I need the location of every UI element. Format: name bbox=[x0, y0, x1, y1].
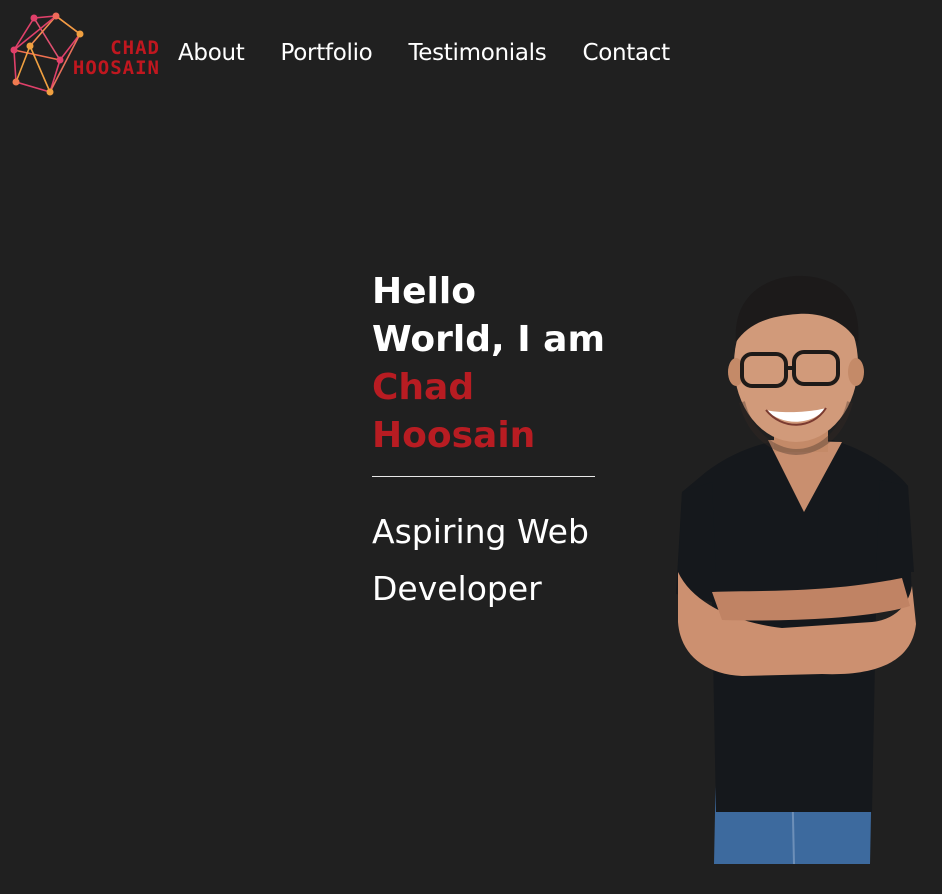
greeting-line-2: World, I am bbox=[372, 319, 605, 360]
logo-text: CHAD HOOSAIN bbox=[32, 38, 160, 78]
person-photo-icon bbox=[676, 275, 916, 865]
nav-testimonials-link[interactable]: Testimonials bbox=[408, 40, 546, 66]
nav-portfolio-link[interactable]: Portfolio bbox=[281, 40, 373, 66]
greeting-line-1: Hello bbox=[372, 271, 476, 312]
site-header: CHAD HOOSAIN About Portfolio Testimonial… bbox=[0, 0, 942, 112]
logo-line-2: HOOSAIN bbox=[72, 57, 160, 79]
hero-divider bbox=[372, 476, 595, 477]
nav-contact-link[interactable]: Contact bbox=[582, 40, 670, 66]
name-line-2: Hoosain bbox=[372, 415, 536, 456]
logo-line-1: CHAD bbox=[110, 37, 160, 59]
nav-about-link[interactable]: About bbox=[178, 40, 245, 66]
hero-heading: Hello World, I am Chad Hoosain bbox=[372, 268, 632, 460]
page: CHAD HOOSAIN About Portfolio Testimonial… bbox=[0, 0, 942, 894]
hero-intro: Hello World, I am Chad Hoosain Aspiring … bbox=[372, 268, 632, 617]
portrait-photo bbox=[672, 272, 922, 865]
name-line-1: Chad bbox=[372, 367, 475, 408]
main-nav: About Portfolio Testimonials Contact bbox=[178, 40, 670, 66]
hero-subtitle: Aspiring Web Developer bbox=[372, 512, 589, 608]
site-logo[interactable]: CHAD HOOSAIN bbox=[10, 12, 159, 96]
